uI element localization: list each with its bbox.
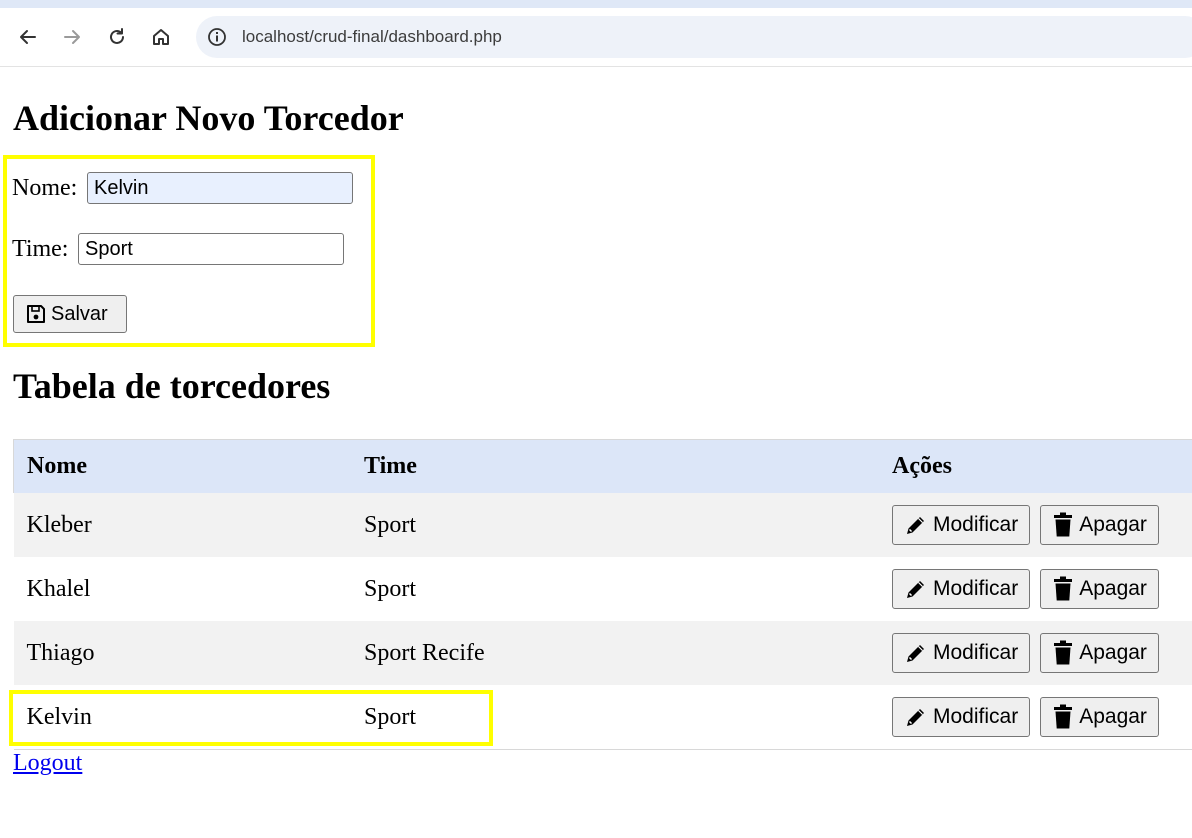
cell-nome: Thiago [13,621,351,685]
form-title: Adicionar Novo Torcedor [13,98,404,138]
back-button[interactable] [13,22,43,52]
nome-input[interactable] [87,172,353,204]
pencil-icon [907,581,924,598]
page-content: Adicionar Novo Torcedor Nome: Time: Salv… [0,67,1192,838]
save-button-label: Salvar [51,302,108,325]
trash-icon [1054,576,1073,601]
cell-nome: Kleber [13,493,351,557]
trash-icon [1054,512,1073,537]
nome-label: Nome: [12,175,78,201]
pencil-icon [907,517,924,534]
cell-time: Sport [351,557,879,621]
delete-button-label: Apagar [1079,705,1147,728]
edit-button[interactable]: Modificar [892,505,1031,545]
edit-button[interactable]: Modificar [892,633,1031,673]
delete-button[interactable]: Apagar [1040,697,1159,737]
trash-icon [1054,640,1073,665]
cell-nome: Khalel [13,557,351,621]
edit-button-label: Modificar [933,641,1019,664]
edit-button-label: Modificar [933,577,1019,600]
header-time: Time [351,439,879,493]
delete-button[interactable]: Apagar [1040,633,1159,673]
logout-link[interactable]: Logout [13,750,82,777]
pencil-icon [907,645,924,662]
edit-button[interactable]: Modificar [892,697,1031,737]
delete-button-label: Apagar [1079,641,1147,664]
cell-actions: Modificar Apagar [879,493,1192,557]
table-row: Khalel Sport Modificar Apagar [13,557,1192,621]
home-icon [153,29,169,45]
delete-button[interactable]: Apagar [1040,569,1159,609]
url-text: localhost/crud-final/dashboard.php [242,27,502,46]
delete-button-label: Apagar [1079,577,1147,600]
table-title: Tabela de torcedores [13,366,331,406]
back-arrow-icon [20,30,36,44]
table-header-row: Nome Time Ações [13,439,1192,493]
pencil-icon [907,709,924,726]
address-bar[interactable]: localhost/crud-final/dashboard.php [196,16,1192,58]
browser-toolbar: localhost/crud-final/dashboard.php [0,8,1192,67]
cell-actions: Modificar Apagar [879,557,1192,621]
cell-time: Sport Recife [351,621,879,685]
table-row: Kleber Sport Modificar Apagar [13,493,1192,557]
browser-tab-strip [0,0,1192,8]
floppy-disk-icon [27,305,45,323]
edit-button-label: Modificar [933,513,1019,536]
home-button[interactable] [146,22,176,52]
time-input[interactable] [78,233,344,265]
edit-button-label: Modificar [933,705,1019,728]
save-button[interactable]: Salvar [13,295,127,333]
cell-time: Sport [351,493,879,557]
reload-button[interactable] [102,22,132,52]
reload-icon [110,28,124,44]
cell-actions: Modificar Apagar [879,621,1192,685]
info-icon[interactable] [206,26,228,48]
forward-arrow-icon [64,30,80,44]
delete-button[interactable]: Apagar [1040,505,1159,545]
edit-button[interactable]: Modificar [892,569,1031,609]
row-highlight-box [9,690,493,746]
header-nome: Nome [13,439,351,493]
header-acoes: Ações [879,439,1192,493]
forward-button[interactable] [57,22,87,52]
trash-icon [1054,704,1073,729]
table-row: Thiago Sport Recife Modificar Apagar [13,621,1192,685]
delete-button-label: Apagar [1079,513,1147,536]
cell-actions: Modificar Apagar [879,685,1192,750]
time-label: Time: [12,236,69,262]
